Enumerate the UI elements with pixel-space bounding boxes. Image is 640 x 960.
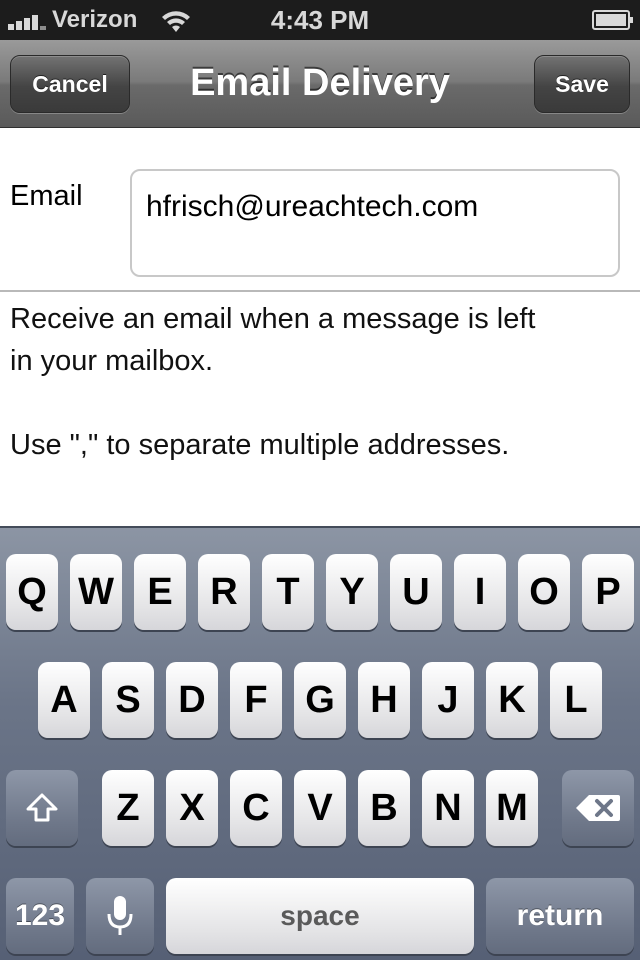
key-j[interactable]: J: [422, 662, 474, 738]
status-bar: Verizon 4:43 PM: [0, 0, 640, 40]
key-i[interactable]: I: [454, 554, 506, 630]
key-x[interactable]: X: [166, 770, 218, 846]
key-m[interactable]: M: [486, 770, 538, 846]
shift-key[interactable]: [6, 770, 78, 846]
key-u[interactable]: U: [390, 554, 442, 630]
return-key[interactable]: return: [486, 878, 634, 954]
key-r[interactable]: R: [198, 554, 250, 630]
backspace-icon: [576, 795, 620, 821]
key-z[interactable]: Z: [102, 770, 154, 846]
key-o[interactable]: O: [518, 554, 570, 630]
keyboard: Q W E R T Y U I O P A S D F G H J K L Z …: [0, 526, 640, 960]
key-c[interactable]: C: [230, 770, 282, 846]
microphone-icon: [107, 896, 133, 935]
dictation-key[interactable]: [86, 878, 154, 954]
key-v[interactable]: V: [294, 770, 346, 846]
email-field[interactable]: hfrisch@ureachtech.com: [130, 169, 620, 277]
key-h[interactable]: H: [358, 662, 410, 738]
key-f[interactable]: F: [230, 662, 282, 738]
numbers-key[interactable]: 123: [6, 878, 74, 954]
key-y[interactable]: Y: [326, 554, 378, 630]
key-e[interactable]: E: [134, 554, 186, 630]
key-q[interactable]: Q: [6, 554, 58, 630]
key-b[interactable]: B: [358, 770, 410, 846]
key-d[interactable]: D: [166, 662, 218, 738]
clock: 4:43 PM: [270, 5, 370, 35]
key-n[interactable]: N: [422, 770, 474, 846]
email-row: Email hfrisch@ureachtech.com: [0, 128, 640, 292]
help-line: in your mailbox.: [10, 345, 214, 377]
backspace-key[interactable]: [562, 770, 634, 846]
key-a[interactable]: A: [38, 662, 90, 738]
help-text: Receive an email when a message is left …: [10, 298, 630, 466]
key-w[interactable]: W: [70, 554, 122, 630]
shift-icon: [26, 793, 58, 822]
help-line: Use "," to separate multiple addresses.: [10, 429, 510, 461]
key-t[interactable]: T: [262, 554, 314, 630]
key-p[interactable]: P: [582, 554, 634, 630]
help-line: Receive an email when a message is left: [10, 303, 536, 335]
save-button[interactable]: Save: [534, 55, 630, 113]
nav-bar: Cancel Email Delivery Save: [0, 40, 640, 128]
email-label: Email: [10, 180, 83, 212]
space-key[interactable]: space: [166, 878, 474, 954]
key-s[interactable]: S: [102, 662, 154, 738]
key-l[interactable]: L: [550, 662, 602, 738]
key-k[interactable]: K: [486, 662, 538, 738]
battery-icon: [592, 10, 633, 30]
key-g[interactable]: G: [294, 662, 346, 738]
